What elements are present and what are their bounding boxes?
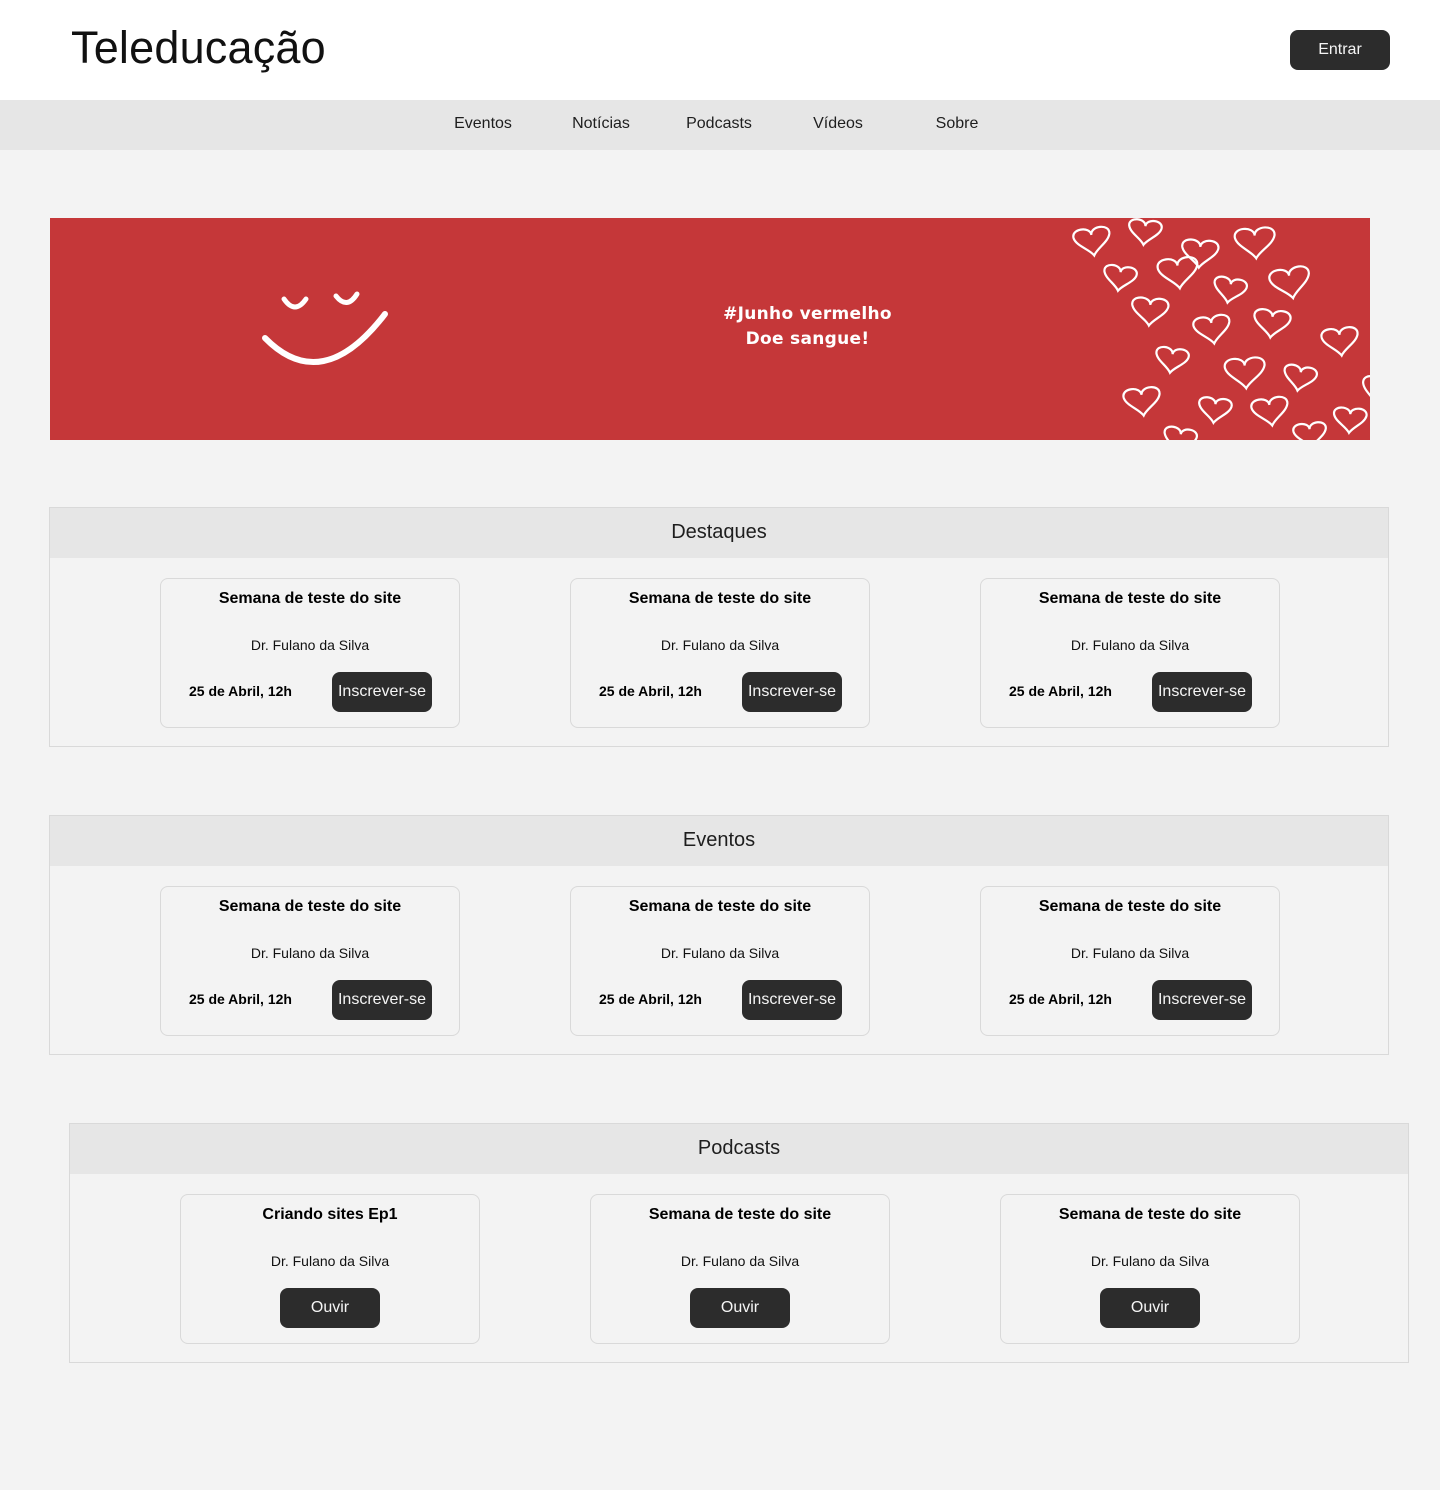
section-eventos: Eventos Semana de teste do site Dr. Fula… [49, 815, 1389, 1055]
heart-icon [1223, 356, 1266, 391]
podcast-card: Criando sites Ep1 Dr. Fulano da Silva Ou… [180, 1194, 480, 1344]
section-podcasts: Podcasts Criando sites Ep1 Dr. Fulano da… [69, 1123, 1409, 1363]
section-title: Eventos [50, 816, 1388, 866]
site-header: Teleducação Entrar [0, 0, 1440, 100]
event-card: Semana de teste do site Dr. Fulano da Si… [980, 886, 1280, 1036]
nav-item-podcasts[interactable]: Podcasts [669, 115, 769, 133]
podcast-card: Semana de teste do site Dr. Fulano da Si… [1000, 1194, 1300, 1344]
heart-icon [1128, 218, 1163, 247]
nav-item-eventos[interactable]: Eventos [433, 115, 533, 133]
banner-line-2: Doe sangue! [745, 329, 870, 349]
subscribe-button[interactable]: Inscrever-se [1152, 672, 1252, 712]
card-author: Dr. Fulano da Silva [660, 945, 780, 961]
heart-icon [1198, 396, 1233, 425]
event-card: Semana de teste do site Dr. Fulano da Si… [570, 578, 870, 728]
card-author: Dr. Fulano da Silva [660, 637, 780, 653]
smiley-icon [262, 291, 388, 365]
card-title: Semana de teste do site [218, 898, 402, 915]
card-date: 25 de Abril, 12h [599, 991, 702, 1007]
heart-icon [1332, 406, 1368, 435]
event-card: Semana de teste do site Dr. Fulano da Si… [160, 578, 460, 728]
card-title: Semana de teste do site [218, 590, 402, 607]
nav-item-noticias[interactable]: Notícias [551, 115, 651, 133]
hearts-icon [1072, 218, 1370, 440]
card-date: 25 de Abril, 12h [599, 683, 702, 699]
podcast-card: Semana de teste do site Dr. Fulano da Si… [590, 1194, 890, 1344]
card-date: 25 de Abril, 12h [189, 683, 292, 699]
heart-icon [1072, 225, 1111, 258]
subscribe-button[interactable]: Inscrever-se [742, 980, 842, 1020]
section-destaques: Destaques Semana de teste do site Dr. Fu… [49, 507, 1389, 747]
heart-icon [1192, 313, 1231, 346]
heart-icon [1362, 375, 1370, 408]
card-title: Criando sites Ep1 [262, 1206, 398, 1223]
campaign-banner[interactable]: #Junho vermelho Doe sangue! [50, 218, 1370, 440]
card-title: Semana de teste do site [628, 898, 812, 915]
heart-icon [1163, 425, 1198, 440]
subscribe-button[interactable]: Inscrever-se [332, 980, 432, 1020]
card-author: Dr. Fulano da Silva [250, 945, 370, 961]
nav-item-videos[interactable]: Vídeos [788, 115, 888, 133]
heart-icon [1122, 386, 1161, 418]
card-author: Dr. Fulano da Silva [1070, 637, 1190, 653]
card-title: Semana de teste do site [1038, 590, 1222, 607]
card-title: Semana de teste do site [648, 1206, 832, 1223]
heart-icon [1233, 226, 1276, 261]
card-author: Dr. Fulano da Silva [1090, 1253, 1210, 1269]
listen-button[interactable]: Ouvir [690, 1288, 790, 1328]
login-button[interactable]: Entrar [1290, 30, 1390, 70]
event-card: Semana de teste do site Dr. Fulano da Si… [160, 886, 460, 1036]
subscribe-button[interactable]: Inscrever-se [1152, 980, 1252, 1020]
heart-icon [1103, 263, 1138, 293]
heart-icon [1213, 275, 1248, 305]
heart-icon [1131, 296, 1170, 328]
card-author: Dr. Fulano da Silva [270, 1253, 390, 1269]
heart-icon [1320, 326, 1359, 358]
card-title: Semana de teste do site [1058, 1206, 1242, 1223]
event-card: Semana de teste do site Dr. Fulano da Si… [980, 578, 1280, 728]
event-card: Semana de teste do site Dr. Fulano da Si… [570, 886, 870, 1036]
heart-icon [1292, 421, 1327, 440]
subscribe-button[interactable]: Inscrever-se [332, 672, 432, 712]
site-title[interactable]: Teleducação [71, 22, 326, 74]
listen-button[interactable]: Ouvir [280, 1288, 380, 1328]
card-title: Semana de teste do site [1038, 898, 1222, 915]
card-author: Dr. Fulano da Silva [250, 637, 370, 653]
heart-icon [1253, 308, 1292, 340]
heart-icon [1250, 395, 1289, 428]
card-date: 25 de Abril, 12h [1009, 683, 1112, 699]
banner-message: #Junho vermelho Doe sangue! [650, 302, 965, 352]
card-date: 25 de Abril, 12h [1009, 991, 1112, 1007]
banner-line-1: #Junho vermelho [723, 304, 892, 324]
card-date: 25 de Abril, 12h [189, 991, 292, 1007]
card-author: Dr. Fulano da Silva [1070, 945, 1190, 961]
card-title: Semana de teste do site [628, 590, 812, 607]
section-title: Podcasts [70, 1124, 1408, 1174]
subscribe-button[interactable]: Inscrever-se [742, 672, 842, 712]
listen-button[interactable]: Ouvir [1100, 1288, 1200, 1328]
card-author: Dr. Fulano da Silva [680, 1253, 800, 1269]
section-title: Destaques [50, 508, 1388, 558]
heart-icon [1155, 345, 1190, 375]
heart-icon [1268, 265, 1310, 301]
nav-item-sobre[interactable]: Sobre [907, 115, 1007, 133]
heart-icon [1283, 363, 1318, 393]
main-nav: Eventos Notícias Podcasts Vídeos Sobre [0, 100, 1440, 150]
heart-icon [1181, 238, 1220, 270]
